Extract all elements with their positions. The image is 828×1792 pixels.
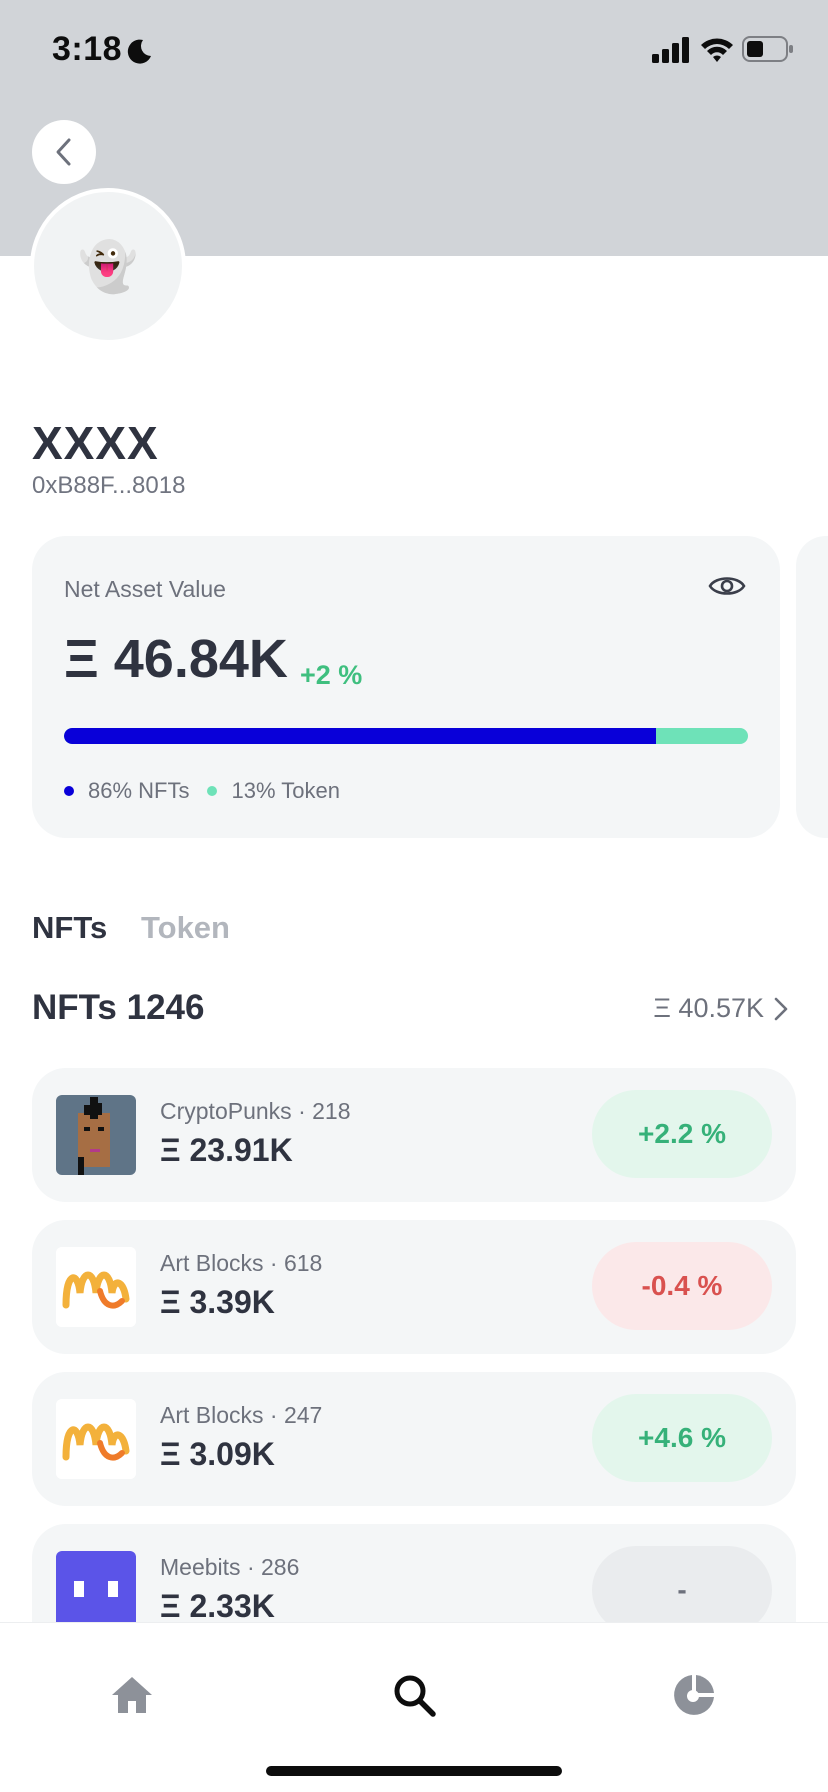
nft-name-text: Art Blocks xyxy=(160,1250,264,1276)
home-icon[interactable] xyxy=(110,1673,154,1717)
tab-nfts[interactable]: NFTs xyxy=(32,910,107,946)
eye-icon[interactable] xyxy=(708,572,746,600)
battery-icon xyxy=(742,36,793,62)
price-change-badge: +4.6 % xyxy=(592,1394,772,1482)
chevron-right-icon xyxy=(774,997,788,1020)
nft-collection-row[interactable]: Art Blocks · 247 Ξ 3.09K +4.6 % xyxy=(32,1372,796,1506)
allocation-bar-nfts xyxy=(64,728,656,744)
allocation-bar xyxy=(64,728,748,744)
artblocks-thumbnail xyxy=(56,1399,136,1479)
nft-count-text: · 286 xyxy=(246,1554,300,1580)
net-asset-label: Net Asset Value xyxy=(64,576,226,602)
avatar-emoji: 👻 xyxy=(78,240,138,294)
legend-item-token: 13% Token xyxy=(207,778,340,804)
nft-collection-value: Ξ 3.09K xyxy=(160,1436,275,1472)
net-asset-card: Net Asset Value Ξ 46.84K +2 % 86% NFTs 1… xyxy=(32,536,780,838)
nft-name-text: Art Blocks xyxy=(160,1402,264,1428)
nft-count-text: · 247 xyxy=(269,1402,323,1428)
back-button[interactable] xyxy=(32,120,96,184)
next-card-peek[interactable] xyxy=(796,536,828,838)
price-change-badge: -0.4 % xyxy=(592,1242,772,1330)
net-asset-change: +2 % xyxy=(300,660,363,690)
nft-name-text: Meebits xyxy=(160,1554,241,1580)
legend-label-nfts: 86% NFTs xyxy=(88,778,190,803)
status-bar: 3:18 xyxy=(0,0,828,100)
nfts-total-link[interactable]: Ξ 40.57K xyxy=(653,993,790,1024)
artblocks-thumbnail xyxy=(56,1247,136,1327)
avatar: 👻 xyxy=(30,188,186,344)
nfts-total-value: Ξ 40.57K xyxy=(653,993,764,1023)
legend-dot-nfts xyxy=(64,786,74,796)
net-asset-value: Ξ 46.84K xyxy=(64,629,288,689)
nft-collection-name: Art Blocks · 618 xyxy=(160,1250,322,1277)
legend-label-token: 13% Token xyxy=(231,778,340,803)
nft-count-text: · 618 xyxy=(269,1250,323,1276)
nft-name-text: CryptoPunks xyxy=(160,1098,292,1124)
nft-collection-value: Ξ 2.33K xyxy=(160,1588,275,1624)
nft-collection-value: Ξ 23.91K xyxy=(160,1132,293,1168)
nft-collection-row[interactable]: CryptoPunks · 218 Ξ 23.91K +2.2 % xyxy=(32,1068,796,1202)
nft-count-text: · 218 xyxy=(298,1098,351,1124)
moon-icon xyxy=(127,39,151,64)
nft-collection-name: Meebits · 286 xyxy=(160,1554,299,1581)
legend-dot-token xyxy=(207,786,218,796)
signal-icon xyxy=(652,37,689,63)
nft-collection-value: Ξ 3.39K xyxy=(160,1284,275,1320)
chevron-left-icon xyxy=(56,138,71,166)
portfolio-icon[interactable] xyxy=(672,1673,716,1717)
search-icon[interactable] xyxy=(392,1673,436,1717)
nft-collection-name: Art Blocks · 247 xyxy=(160,1402,322,1429)
meebits-thumbnail xyxy=(56,1551,136,1631)
wifi-icon xyxy=(701,38,733,62)
status-time: 3:18 xyxy=(52,30,123,68)
profile-name: XXXX xyxy=(32,417,159,469)
price-change-badge: - xyxy=(592,1546,772,1634)
allocation-legend: 86% NFTs 13% Token xyxy=(64,778,358,804)
wallet-address[interactable]: 0xB88F...8018 xyxy=(32,472,185,500)
cryptopunks-thumbnail xyxy=(56,1095,136,1175)
home-indicator xyxy=(266,1766,562,1776)
price-change-badge: +2.2 % xyxy=(592,1090,772,1178)
nfts-count-heading: NFTs 1246 xyxy=(32,988,205,1027)
legend-item-nfts: 86% NFTs xyxy=(64,778,189,804)
tab-token[interactable]: Token xyxy=(141,910,230,946)
nft-collection-name: CryptoPunks · 218 xyxy=(160,1098,351,1125)
nft-collection-row[interactable]: Art Blocks · 618 Ξ 3.39K -0.4 % xyxy=(32,1220,796,1354)
